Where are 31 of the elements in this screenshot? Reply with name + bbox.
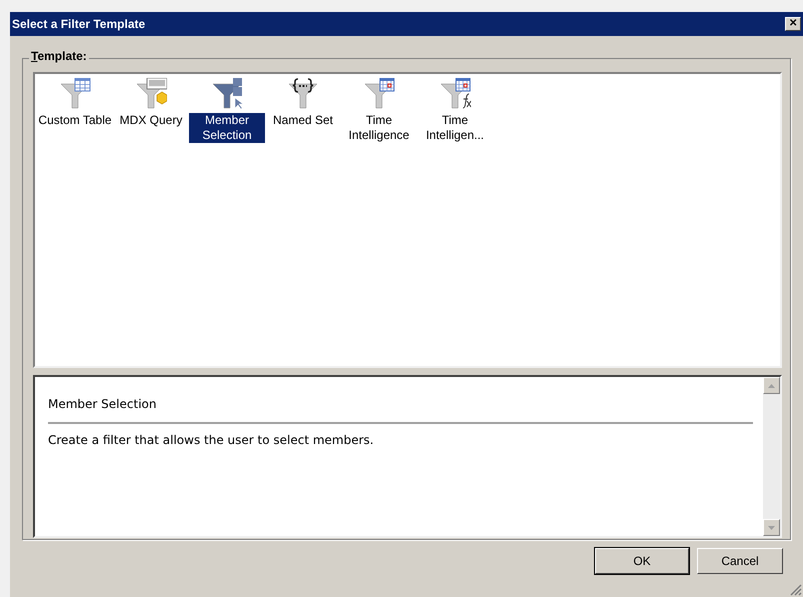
scroll-down-button[interactable] (763, 519, 780, 536)
template-label: MDX Query (118, 113, 184, 128)
cancel-button[interactable]: Cancel (697, 548, 783, 574)
template-label: Named Set (272, 113, 334, 128)
template-label: Custom Table (37, 113, 113, 128)
down-arrow-icon (768, 526, 775, 530)
template-item[interactable]: Member Selection (189, 76, 265, 143)
template-label: Member Selection (189, 113, 265, 143)
description-text: Create a filter that allows the user to select members. (48, 432, 375, 449)
ok-button[interactable]: OK (595, 548, 689, 574)
up-arrow-icon (768, 384, 775, 388)
template-label: Time Intelligen... (424, 113, 486, 143)
template-label: Time Intelligence (348, 113, 410, 143)
scrollbar[interactable] (763, 377, 780, 536)
funnel-icon (59, 78, 91, 110)
template-item[interactable]: Named Set (265, 76, 341, 128)
funnel-icon (287, 78, 319, 110)
funnel-icon (211, 78, 243, 110)
funnel-icon (135, 78, 167, 110)
scroll-up-button[interactable] (763, 377, 780, 394)
close-button[interactable]: ✕ (785, 17, 801, 31)
funnel-icon (439, 78, 471, 110)
template-item[interactable]: MDX Query (113, 76, 189, 128)
funnel-icon (363, 78, 395, 110)
template-item[interactable]: Custom Table (37, 76, 113, 128)
resize-grip-icon[interactable] (790, 584, 802, 596)
template-item[interactable]: Time Intelligence (341, 76, 417, 143)
description-title: Member Selection (48, 395, 753, 424)
template-item[interactable]: Time Intelligen... (417, 76, 493, 143)
group-label: Template: (29, 50, 89, 62)
window-title: Select a Filter Template (12, 16, 146, 33)
